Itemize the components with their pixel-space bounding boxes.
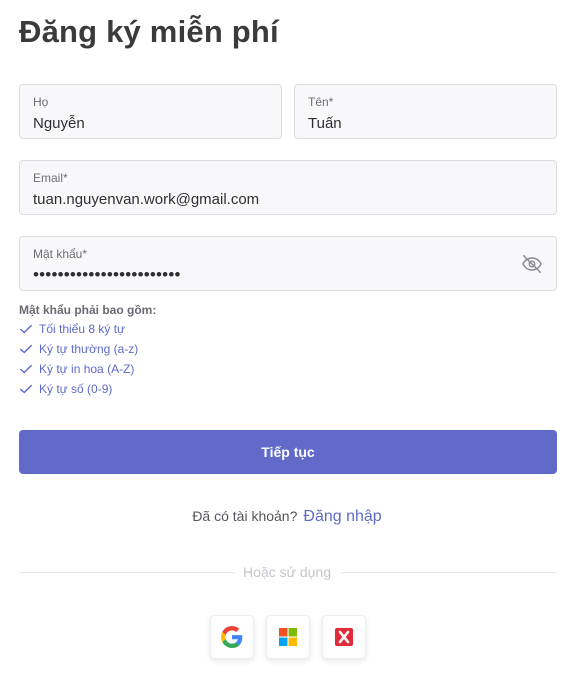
eye-off-icon[interactable] xyxy=(521,253,543,275)
last-name-field[interactable]: Họ Nguyễn xyxy=(19,84,282,139)
last-name-value[interactable]: Nguyễn xyxy=(33,115,85,132)
red-x-icon xyxy=(335,628,353,646)
password-rules-title: Mật khẩu phải bao gồm: xyxy=(19,303,157,317)
other-login-button[interactable] xyxy=(322,615,366,659)
login-prompt-row: Đã có tài khoản? Đăng nhập xyxy=(0,508,574,526)
check-icon xyxy=(20,364,32,374)
password-rule-item: Ký tự số (0-9) xyxy=(19,382,112,396)
email-label: Email* xyxy=(33,171,68,185)
password-rule-item: Ký tự in hoa (A-Z) xyxy=(19,362,134,376)
first-name-value[interactable]: Tuấn xyxy=(308,115,342,132)
continue-button[interactable]: Tiếp tục xyxy=(19,430,557,474)
password-value[interactable]: •••••••••••••••••••••••• xyxy=(33,265,181,285)
password-rule-item: Tối thiểu 8 ký tự xyxy=(19,322,125,336)
first-name-field[interactable]: Tên* Tuấn xyxy=(294,84,557,139)
google-login-button[interactable] xyxy=(210,615,254,659)
microsoft-login-button[interactable] xyxy=(266,615,310,659)
page-title: Đăng ký miễn phí xyxy=(19,14,279,49)
login-prompt-text: Đã có tài khoản? xyxy=(192,508,298,524)
password-field[interactable]: Mật khẩu* •••••••••••••••••••••••• xyxy=(19,236,557,291)
email-value[interactable]: tuan.nguyenvan.work@gmail.com xyxy=(33,191,259,208)
check-icon xyxy=(20,344,32,354)
password-rule-label: Ký tự thường (a-z) xyxy=(39,342,139,356)
password-label: Mật khẩu* xyxy=(33,247,88,261)
check-icon xyxy=(20,324,32,334)
first-name-label: Tên* xyxy=(308,95,334,109)
microsoft-icon xyxy=(279,628,297,646)
password-rule-label: Tối thiểu 8 ký tự xyxy=(39,322,126,336)
check-icon xyxy=(20,384,32,394)
login-link[interactable]: Đăng nhập xyxy=(303,508,381,525)
divider-right xyxy=(341,572,557,573)
password-rule-item: Ký tự thường (a-z) xyxy=(19,342,138,356)
email-field[interactable]: Email* tuan.nguyenvan.work@gmail.com xyxy=(19,160,557,215)
last-name-label: Họ xyxy=(33,95,49,109)
password-rule-label: Ký tự số (0-9) xyxy=(39,382,113,396)
google-icon xyxy=(221,626,243,648)
password-rule-label: Ký tự in hoa (A-Z) xyxy=(39,362,135,376)
